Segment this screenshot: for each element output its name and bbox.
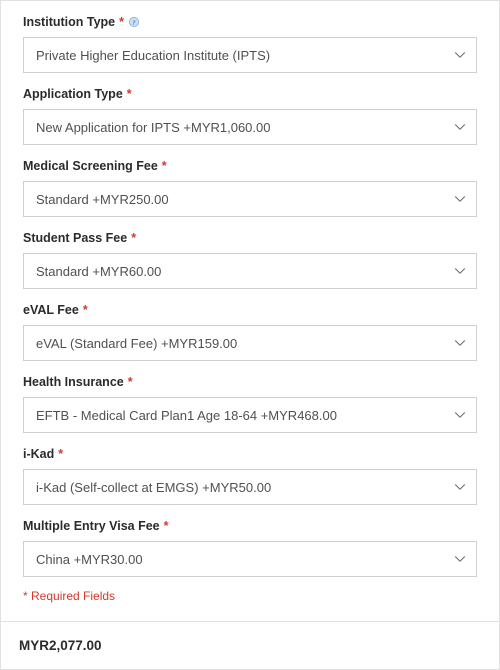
label-ikad: i-Kad *	[23, 447, 477, 461]
required-fields-note: * Required Fields	[23, 589, 477, 603]
select-value: New Application for IPTS +MYR1,060.00	[36, 120, 270, 135]
label-medical_screening_fee: Medical Screening Fee *	[23, 159, 477, 173]
required-star: *	[162, 159, 167, 173]
select-multiple_entry_visa_fee[interactable]: China +MYR30.00	[23, 541, 477, 577]
field-eval_fee: eVAL Fee * eVAL (Standard Fee) +MYR159.00	[23, 303, 477, 361]
field-institution_type: Institution Type * Private Higher Educatio…	[23, 15, 477, 73]
label-student_pass_fee: Student Pass Fee *	[23, 231, 477, 245]
select-eval_fee[interactable]: eVAL (Standard Fee) +MYR159.00	[23, 325, 477, 361]
label-institution_type: Institution Type *	[23, 15, 477, 29]
required-star: *	[131, 231, 136, 245]
label-text: Health Insurance	[23, 375, 124, 389]
chevron-down-icon	[454, 121, 466, 133]
select-value: Standard +MYR60.00	[36, 264, 161, 279]
select-ikad[interactable]: i-Kad (Self-collect at EMGS) +MYR50.00	[23, 469, 477, 505]
select-value: i-Kad (Self-collect at EMGS) +MYR50.00	[36, 480, 271, 495]
field-ikad: i-Kad * i-Kad (Self-collect at EMGS) +MYR5…	[23, 447, 477, 505]
field-application_type: Application Type * New Application for IPT…	[23, 87, 477, 145]
required-star: *	[127, 87, 132, 101]
chevron-down-icon	[454, 337, 466, 349]
label-application_type: Application Type *	[23, 87, 477, 101]
required-star: *	[128, 375, 133, 389]
select-medical_screening_fee[interactable]: Standard +MYR250.00	[23, 181, 477, 217]
label-text: eVAL Fee	[23, 303, 79, 317]
label-text: i-Kad	[23, 447, 54, 461]
field-medical_screening_fee: Medical Screening Fee * Standard +MYR250.0…	[23, 159, 477, 217]
chevron-down-icon	[454, 553, 466, 565]
total-bar: MYR2,077.00	[0, 622, 500, 670]
select-value: China +MYR30.00	[36, 552, 143, 567]
required-star: *	[83, 303, 88, 317]
label-text: Multiple Entry Visa Fee	[23, 519, 160, 533]
select-value: eVAL (Standard Fee) +MYR159.00	[36, 336, 237, 351]
form-fields: Institution Type * Private Higher Educatio…	[23, 15, 477, 577]
select-value: EFTB - Medical Card Plan1 Age 18-64 +MYR…	[36, 408, 337, 423]
chevron-down-icon	[454, 265, 466, 277]
field-multiple_entry_visa_fee: Multiple Entry Visa Fee * China +MYR30.00	[23, 519, 477, 577]
select-value: Private Higher Education Institute (IPTS…	[36, 48, 270, 63]
field-health_insurance: Health Insurance * EFTB - Medical Card Pla…	[23, 375, 477, 433]
label-text: Application Type	[23, 87, 123, 101]
select-institution_type[interactable]: Private Higher Education Institute (IPTS…	[23, 37, 477, 73]
help-icon[interactable]	[128, 16, 140, 28]
select-application_type[interactable]: New Application for IPTS +MYR1,060.00	[23, 109, 477, 145]
fee-form-panel: Institution Type * Private Higher Educatio…	[0, 0, 500, 622]
required-star: *	[164, 519, 169, 533]
label-eval_fee: eVAL Fee *	[23, 303, 477, 317]
chevron-down-icon	[454, 49, 466, 61]
label-health_insurance: Health Insurance *	[23, 375, 477, 389]
label-text: Institution Type	[23, 15, 115, 29]
required-star: *	[58, 447, 63, 461]
select-value: Standard +MYR250.00	[36, 192, 169, 207]
select-student_pass_fee[interactable]: Standard +MYR60.00	[23, 253, 477, 289]
chevron-down-icon	[454, 409, 466, 421]
label-text: Student Pass Fee	[23, 231, 127, 245]
chevron-down-icon	[454, 481, 466, 493]
required-star: *	[119, 15, 124, 29]
label-text: Medical Screening Fee	[23, 159, 158, 173]
total-amount: MYR2,077.00	[19, 638, 102, 653]
field-student_pass_fee: Student Pass Fee * Standard +MYR60.00	[23, 231, 477, 289]
page: Institution Type * Private Higher Educatio…	[0, 0, 500, 670]
select-health_insurance[interactable]: EFTB - Medical Card Plan1 Age 18-64 +MYR…	[23, 397, 477, 433]
label-multiple_entry_visa_fee: Multiple Entry Visa Fee *	[23, 519, 477, 533]
chevron-down-icon	[454, 193, 466, 205]
